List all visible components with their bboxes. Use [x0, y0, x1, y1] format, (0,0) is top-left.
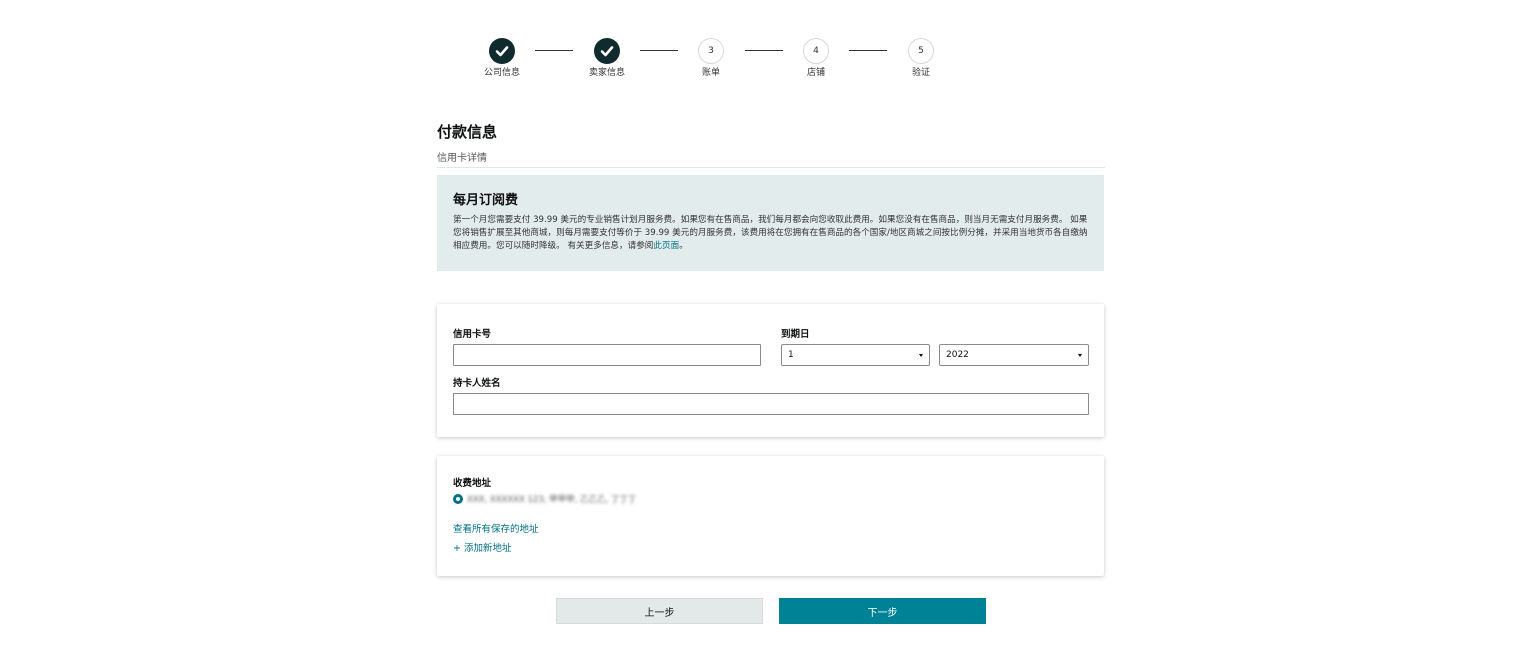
step-5-number: 5	[908, 38, 934, 64]
step-3-number: 3	[698, 38, 724, 64]
chevron-down-icon	[919, 353, 923, 357]
view-saved-addresses-link[interactable]: 查看所有保存的地址	[453, 521, 539, 535]
address-text: XXX, XXXXXX 123, 甲甲甲, 乙乙乙, 丁丁丁	[467, 495, 637, 505]
step-verification: 5 验证	[891, 38, 951, 79]
step-connector	[849, 50, 887, 51]
address-radio[interactable]	[453, 494, 463, 504]
step-1-label: 公司信息	[484, 68, 521, 78]
expiry-month-value: 1	[788, 350, 794, 360]
billing-address-card: 收费地址 XXX, XXXXXX 123, 甲甲甲, 乙乙乙, 丁丁丁 查看所有…	[437, 456, 1104, 576]
step-connector	[535, 50, 573, 51]
subscription-info-box: 每月订阅费 第一个月您需要支付 39.99 美元的专业销售计划月服务费。如果您有…	[437, 175, 1104, 271]
info-title: 每月订阅费	[453, 193, 519, 208]
step-4-label: 店铺	[806, 68, 825, 78]
previous-button[interactable]: 上一步	[556, 598, 763, 624]
credit-card-form: 信用卡号 到期日 1 2022 持卡人姓名	[437, 304, 1104, 437]
expiry-year-value: 2022	[946, 350, 969, 360]
step-2-label: 卖家信息	[589, 68, 626, 78]
info-body: 第一个月您需要支付 39.99 美元的专业销售计划月服务费。如果您有在售商品，我…	[453, 215, 1088, 251]
step-1-check-icon	[489, 38, 515, 64]
step-5-label: 验证	[911, 68, 930, 78]
info-end: 。	[679, 241, 688, 251]
next-button[interactable]: 下一步	[779, 598, 986, 624]
step-2-check-icon	[594, 38, 620, 64]
expiry-label: 到期日	[781, 329, 810, 340]
expiry-month-select[interactable]: 1	[781, 344, 930, 366]
info-page-link[interactable]: 此页面	[653, 241, 679, 251]
add-new-address-link[interactable]: + 添加新地址	[453, 540, 511, 554]
address-option[interactable]: XXX, XXXXXX 123, 甲甲甲, 乙乙乙, 丁丁丁	[453, 493, 636, 505]
progress-stepper: 公司信息 卖家信息 3 账单 4 店铺 5 验证	[0, 38, 1537, 98]
card-number-label: 信用卡号	[453, 329, 492, 340]
chevron-down-icon	[1078, 353, 1082, 357]
cardholder-name-label: 持卡人姓名	[453, 378, 501, 389]
billing-address-label: 收费地址	[453, 478, 492, 489]
info-text: 第一个月您需要支付 39.99 美元的专业销售计划月服务费。如果您有在售商品，我…	[453, 214, 1088, 253]
step-billing: 3 账单	[681, 38, 741, 79]
step-seller-info: 卖家信息	[577, 38, 637, 79]
step-connector	[745, 50, 783, 51]
step-store: 4 店铺	[786, 38, 846, 79]
step-4-number: 4	[803, 38, 829, 64]
divider	[437, 167, 1105, 168]
step-connector	[640, 50, 678, 51]
page-subtitle: 信用卡详情	[437, 153, 487, 164]
card-number-input[interactable]	[453, 344, 761, 366]
step-company-info: 公司信息	[472, 38, 532, 79]
step-3-label: 账单	[701, 68, 720, 78]
page-title: 付款信息	[437, 123, 498, 141]
cardholder-name-input[interactable]	[453, 393, 1089, 415]
expiry-year-select[interactable]: 2022	[939, 344, 1089, 366]
